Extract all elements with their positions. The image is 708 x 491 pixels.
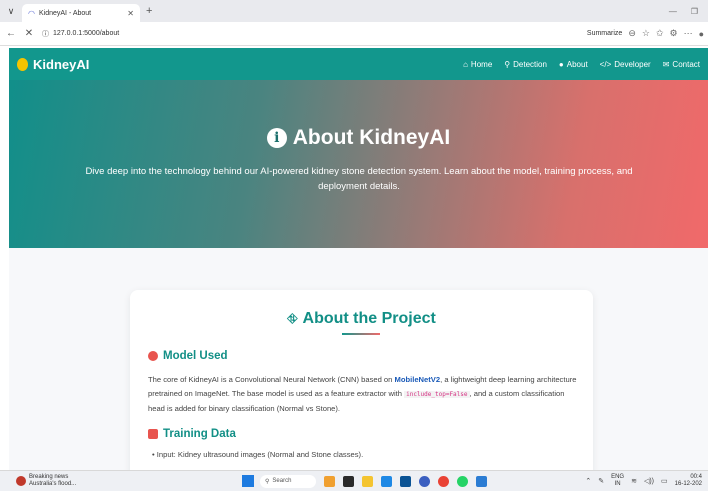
nav-about-label: About (566, 59, 588, 69)
brain-icon (148, 351, 158, 361)
kidney-logo-icon (17, 57, 28, 71)
address-bar: ← ✕ ⓘ 127.0.0.1:5000/about Summarize ⊖ ☆… (0, 22, 708, 46)
wifi-icon[interactable]: ≋ (631, 477, 637, 485)
model-heading: Model Used (148, 350, 228, 362)
file-explorer-icon[interactable] (362, 475, 373, 487)
clock-date: 16-12-202 (674, 481, 702, 487)
title-underline (342, 333, 380, 335)
taskbar-search[interactable]: ⚲ Search (260, 474, 316, 488)
nav-links: ⌂ Home ⚲ Detection ● About </> Developer ✉ Co… (463, 60, 700, 69)
envelope-icon: ✉ (662, 59, 670, 69)
info-icon: ● (558, 59, 564, 69)
browser-tab-bar: ∨ ◠ KidneyAI - About ✕ + — ❐ (0, 0, 708, 22)
system-tray: ⌃ ✎ ENG IN ≋ ◁)) ▭ 00:4 16-12-202 (585, 474, 708, 488)
model-name: MobileNetV2 (394, 375, 441, 384)
nav-home-label: Home (470, 59, 493, 69)
project-diagram-icon: ⛗ (287, 311, 298, 326)
restore-icon[interactable]: ❐ (691, 7, 698, 16)
reader-icon[interactable]: ⊖ (628, 28, 636, 39)
nav-contact[interactable]: ✉ Contact (663, 60, 700, 69)
window-controls: — ❐ (669, 7, 708, 16)
card-title-text: About the Project (302, 310, 436, 327)
extensions-icon[interactable]: ⚙ (669, 28, 677, 39)
nav-developer[interactable]: </> Developer (600, 60, 651, 69)
brand[interactable]: KidneyAI (17, 57, 89, 72)
copilot-icon[interactable]: ● (699, 29, 704, 39)
taskbar-apps (324, 475, 487, 487)
minimize-icon[interactable]: — (669, 7, 677, 16)
reload-icon[interactable]: ✕ (22, 28, 36, 39)
search-icon: ⚲ (504, 59, 511, 69)
training-bullet-text: Input: Kidney ultrasound images (Normal … (156, 450, 364, 459)
url-field[interactable]: ⓘ 127.0.0.1:5000/about (42, 29, 119, 39)
model-text-1: The core of KidneyAI is a Convolutional … (148, 375, 393, 384)
windows-start-icon[interactable] (242, 475, 254, 487)
browser-tab[interactable]: ◠ KidneyAI - About ✕ (22, 4, 140, 22)
lang-line-2: IN (614, 481, 621, 487)
news-icon (16, 476, 26, 486)
project-card: ⛗ About the Project Model Used The core … (130, 290, 593, 480)
whatsapp-icon[interactable] (457, 475, 468, 487)
back-icon[interactable]: ← (4, 28, 18, 39)
close-tab-icon[interactable]: ✕ (127, 9, 134, 18)
windows-taskbar: Breaking news Australia's flood... ⚲ Sea… (0, 470, 708, 491)
news-widget[interactable]: Breaking news Australia's flood... (16, 474, 96, 488)
page-title-text: About KidneyAI (292, 126, 451, 149)
language-indicator[interactable]: ENG IN (611, 474, 624, 488)
widgets-icon[interactable] (324, 475, 335, 487)
clock[interactable]: 00:4 16-12-202 (675, 474, 702, 488)
page-subtitle: Dive deep into the technology behind our… (85, 166, 633, 192)
task-view-icon[interactable] (343, 475, 354, 487)
training-heading-text: Training Data (163, 428, 236, 440)
browser-toolbar: Summarize ⊖ ☆ ✩ ⚙ ⋯ ● (587, 28, 708, 39)
store-icon[interactable] (400, 475, 411, 487)
hero-banner: i About KidneyAI Dive deep into the tech… (9, 80, 708, 248)
taskbar-search-label: Search (272, 478, 292, 484)
model-code: include_top=False (404, 391, 470, 398)
code-icon: </> (599, 59, 612, 69)
model-heading-text: Model Used (163, 350, 228, 362)
page-title: i About KidneyAI (9, 126, 708, 150)
training-heading: Training Data (148, 428, 236, 440)
hp-icon[interactable] (419, 475, 430, 487)
site-info-icon[interactable]: ⓘ (42, 29, 49, 39)
favorite-icon[interactable]: ☆ (642, 28, 650, 39)
volume-icon[interactable]: ◁)) (644, 477, 654, 485)
database-icon (148, 429, 158, 439)
home-icon: ⌂ (463, 59, 468, 69)
network-icon[interactable]: ✎ (598, 477, 604, 485)
nav-detection[interactable]: ⚲ Detection (504, 60, 547, 69)
clock-time: 00:4 (690, 474, 702, 480)
chevron-up-icon[interactable]: ⌃ (585, 477, 591, 485)
url-text: 127.0.0.1:5000/about (53, 30, 120, 37)
info-circle-icon: i (266, 128, 287, 148)
search-icon: ⚲ (265, 478, 270, 485)
more-icon[interactable]: ⋯ (684, 28, 693, 39)
model-description: The core of KidneyAI is a Convolutional … (148, 373, 578, 416)
tab-actions-icon[interactable]: ∨ (0, 0, 22, 22)
news-title: Breaking news (29, 474, 69, 480)
new-tab-button[interactable]: + (146, 5, 152, 17)
nav-developer-label: Developer (614, 59, 651, 69)
nav-detection-label: Detection (513, 59, 547, 69)
summarize-button[interactable]: Summarize (587, 30, 622, 37)
lang-line-1: ENG (611, 474, 625, 480)
edge-icon[interactable] (381, 475, 392, 487)
nav-about[interactable]: ● About (559, 60, 588, 69)
list-item: • Input: Kidney ultrasound images (Norma… (152, 450, 364, 459)
chrome-icon[interactable] (438, 475, 449, 487)
news-subtitle: Australia's flood... (29, 481, 77, 487)
site-navbar: KidneyAI ⌂ Home ⚲ Detection ● About </> Deve… (9, 48, 708, 80)
nav-contact-label: Contact (672, 59, 700, 69)
nav-home[interactable]: ⌂ Home (463, 60, 492, 69)
brand-name: KidneyAI (33, 56, 90, 72)
card-title: ⛗ About the Project (130, 310, 593, 328)
favicon-icon: ◠ (28, 8, 35, 18)
favorites-list-icon[interactable]: ✩ (656, 28, 664, 39)
main-content: ⛗ About the Project Model Used The core … (9, 248, 708, 480)
tab-title: KidneyAI - About (38, 9, 92, 17)
battery-icon[interactable]: ▭ (661, 477, 668, 485)
vscode-icon[interactable] (476, 475, 487, 487)
